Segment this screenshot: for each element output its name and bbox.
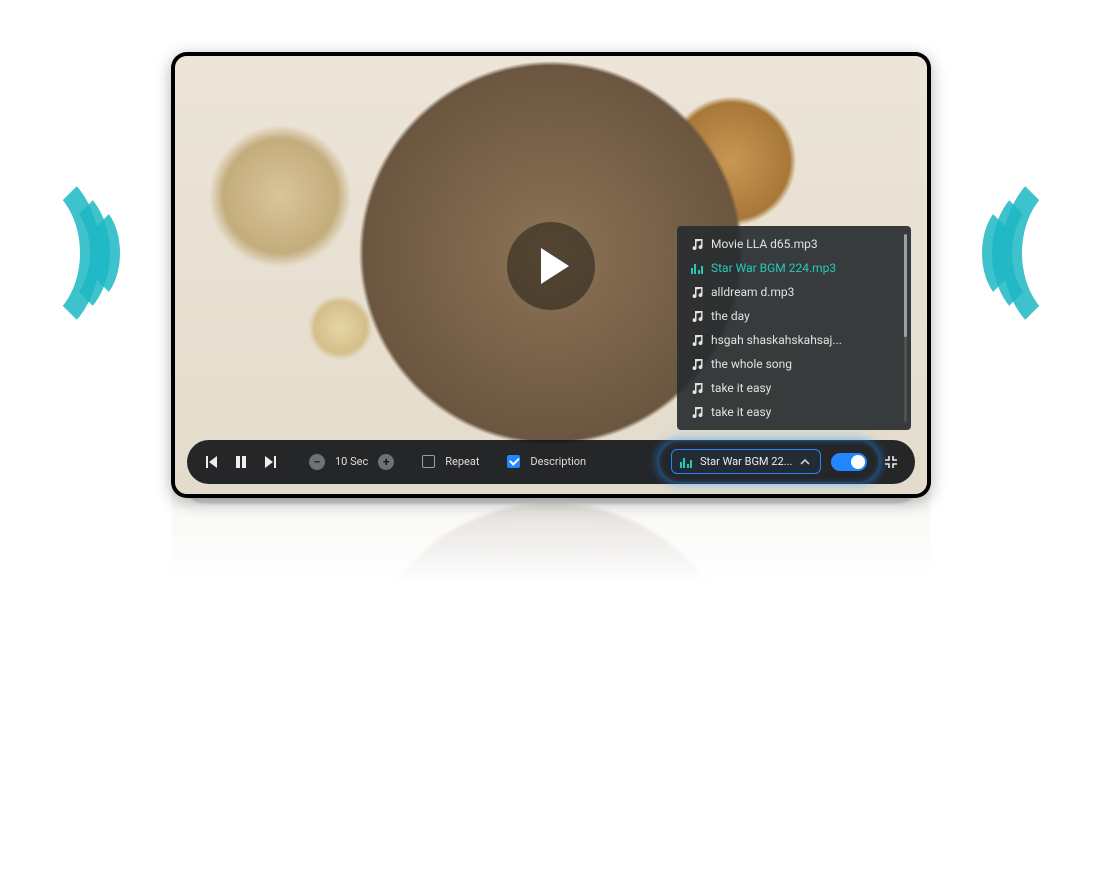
minimize-icon — [883, 454, 899, 470]
repeat-checkbox[interactable] — [422, 455, 435, 468]
skip-next-icon — [263, 454, 279, 470]
playlist-item-label: hsgah shaskahskahsaj... — [711, 333, 842, 347]
playlist-item[interactable]: take it easy — [677, 376, 911, 400]
seek-decrease-button[interactable]: − — [309, 454, 325, 470]
music-note-icon — [691, 334, 703, 346]
control-bar: − 10 Sec + Repeat Description Star War B… — [187, 440, 915, 484]
skip-previous-icon — [203, 454, 219, 470]
tablet-reflection — [171, 450, 931, 896]
playlist-item-label: Movie LLA d65.mp3 — [711, 237, 818, 251]
playlist-item[interactable]: the day — [677, 304, 911, 328]
playlist-popup: Movie LLA d65.mp3 Star War BGM 224.mp3 all… — [677, 226, 911, 430]
pause-icon — [233, 454, 249, 470]
music-note-icon — [691, 310, 703, 322]
current-track-dropdown[interactable]: Star War BGM 22... — [671, 449, 821, 474]
music-note-icon — [691, 286, 703, 298]
sound-wave-left — [0, 143, 160, 363]
playlist-item-label: alldream d.mp3 — [711, 285, 794, 299]
play-button[interactable] — [507, 222, 595, 310]
playlist-item[interactable]: alldream d.mp3 — [677, 280, 911, 304]
current-track-area: Star War BGM 22... — [667, 447, 871, 476]
music-note-icon — [691, 406, 703, 418]
sound-wave-right — [942, 143, 1102, 363]
chevron-up-icon — [800, 457, 810, 467]
exit-fullscreen-button[interactable] — [881, 452, 901, 472]
seek-step-label: 10 Sec — [335, 455, 368, 468]
description-checkbox[interactable] — [507, 455, 520, 468]
playlist-item-label: Star War BGM 224.mp3 — [711, 261, 836, 275]
playlist-item[interactable]: the whole song — [677, 352, 911, 376]
pause-button[interactable] — [231, 452, 251, 472]
playlist-item[interactable]: hsgah shaskahskahsaj... — [677, 328, 911, 352]
playlist-item-label: the whole song — [711, 357, 792, 371]
playlist-item-label: take it easy — [711, 405, 771, 419]
playlist-item[interactable]: take it easy — [677, 400, 911, 424]
current-track-label: Star War BGM 22... — [700, 455, 792, 468]
seek-increase-button[interactable]: + — [378, 454, 394, 470]
previous-button[interactable] — [201, 452, 221, 472]
description-label: Description — [530, 455, 586, 468]
next-button[interactable] — [261, 452, 281, 472]
music-note-icon — [691, 358, 703, 370]
playlist-item-label: take it easy — [711, 381, 771, 395]
tablet-frame: Movie LLA d65.mp3 Star War BGM 224.mp3 all… — [171, 52, 931, 498]
playlist-item[interactable]: Movie LLA d65.mp3 — [677, 232, 911, 256]
video-screen: Movie LLA d65.mp3 Star War BGM 224.mp3 all… — [175, 56, 927, 494]
playlist-item[interactable]: Star War BGM 224.mp3 — [677, 256, 911, 280]
equalizer-icon — [691, 262, 703, 274]
repeat-label: Repeat — [445, 455, 479, 468]
playlist-item-label: the day — [711, 309, 750, 323]
music-note-icon — [691, 238, 703, 250]
music-toggle[interactable] — [831, 453, 867, 471]
music-note-icon — [691, 382, 703, 394]
equalizer-icon — [680, 456, 692, 468]
playlist-scrollbar[interactable] — [904, 234, 907, 422]
play-icon — [541, 248, 569, 284]
